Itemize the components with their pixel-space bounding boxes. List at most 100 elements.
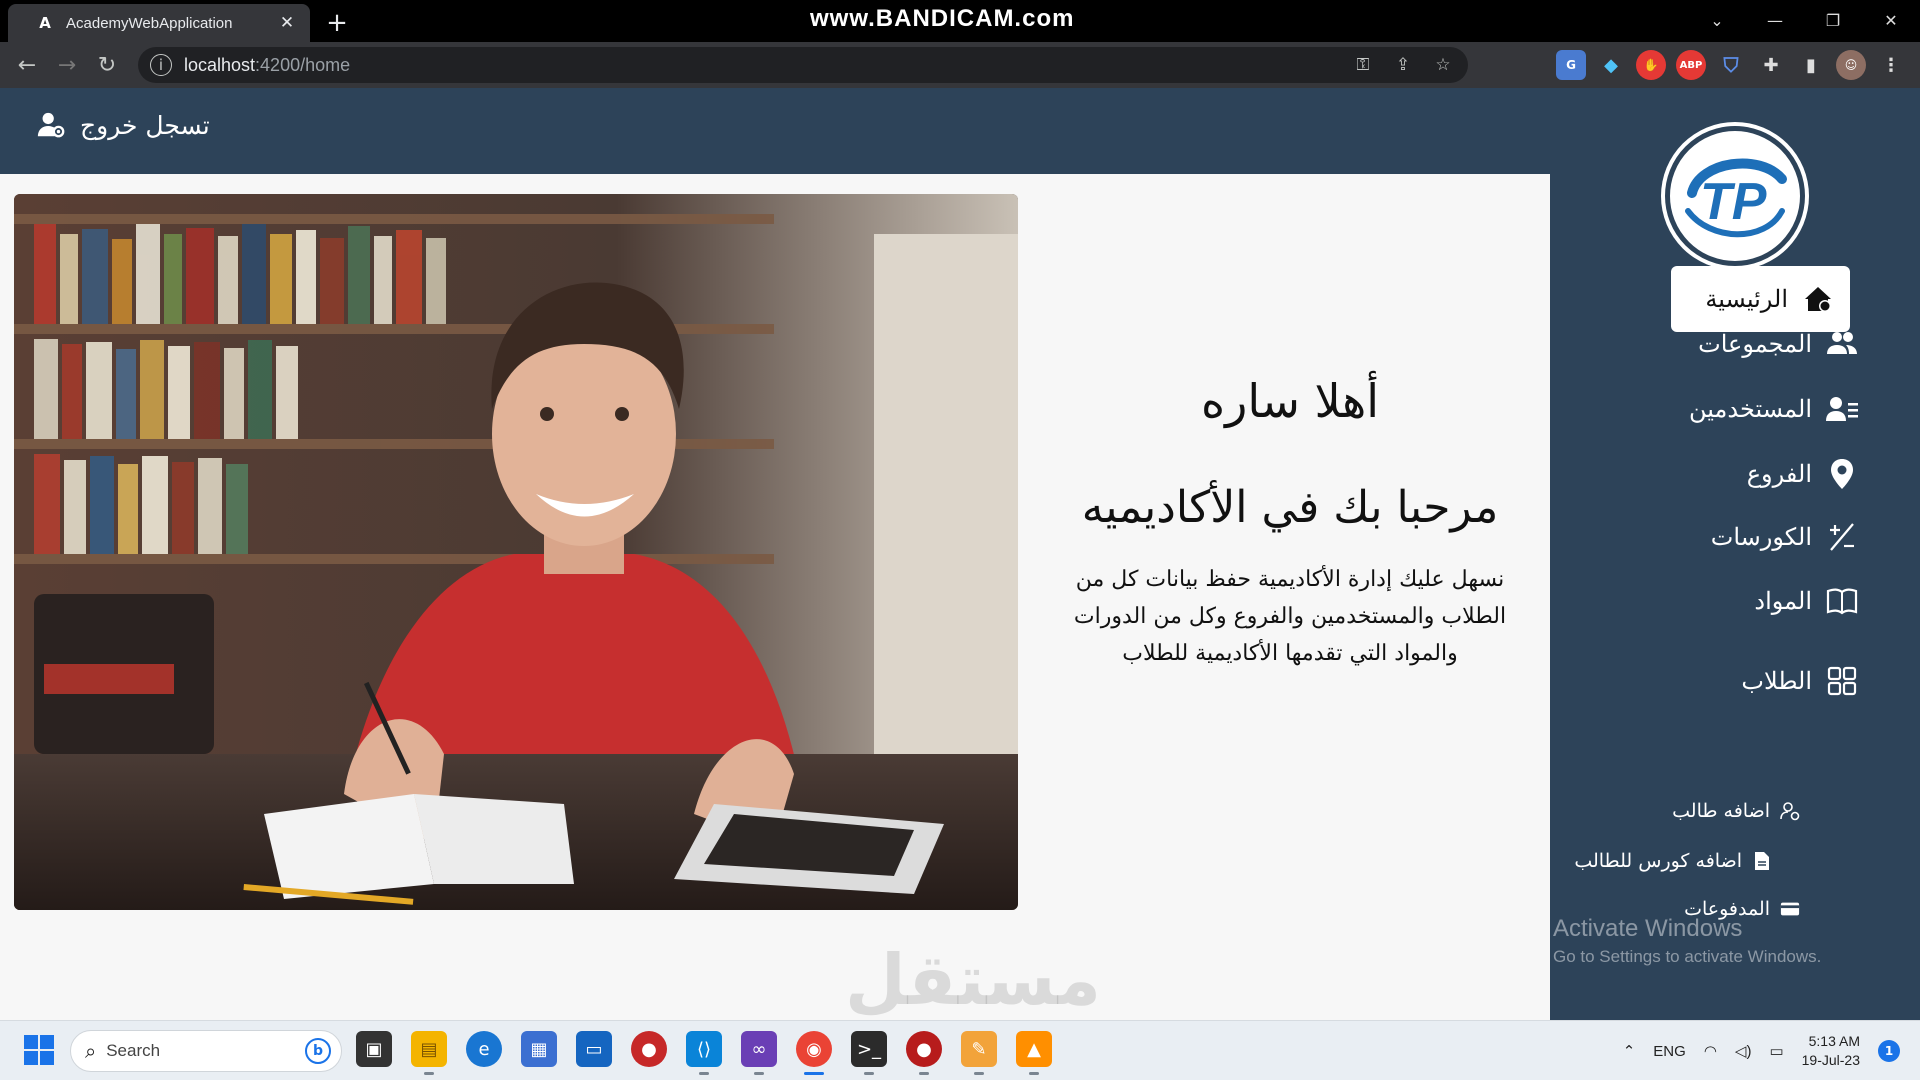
taskbar: ⌕ Search b ▣ ▤ e ▦ ▭ ● ⟨⟩ ∞ ◉ >_ ● ✎ ▲ ⌃…: [0, 1020, 1920, 1080]
menu-dots-icon[interactable]: ⋮: [1876, 50, 1906, 80]
profile-avatar[interactable]: ☺: [1836, 50, 1866, 80]
terminal-icon[interactable]: >_: [851, 1031, 887, 1075]
url-path: :4200/home: [255, 54, 351, 75]
book-icon: [1826, 585, 1858, 617]
language-indicator[interactable]: ENG: [1653, 1043, 1686, 1060]
minimize-button[interactable]: —: [1746, 0, 1804, 40]
search-icon: ⌕: [85, 1039, 97, 1063]
sidebar-item-subjects[interactable]: المواد: [1754, 585, 1858, 617]
sidebar-item-label: المستخدمين: [1689, 395, 1812, 423]
restore-button[interactable]: ❐: [1804, 0, 1862, 40]
welcome-description: نسهل عليك إدارة الأكاديمية حفظ بيانات كل…: [1073, 567, 1507, 666]
sidebar: TP الرئيسية المجموعات المستخدمين الفروع …: [1550, 88, 1920, 1020]
battery-icon[interactable]: ▭: [1769, 1042, 1783, 1060]
sidebar-item-branches[interactable]: الفروع: [1747, 458, 1858, 490]
taskbar-search-placeholder: Search: [106, 1041, 161, 1060]
svg-text:TP: TP: [1700, 173, 1767, 231]
share-icon[interactable]: ⇪: [1390, 52, 1416, 78]
remote-desktop-icon[interactable]: ▭: [576, 1031, 612, 1067]
sidebar-item-students[interactable]: الطلاب: [1741, 665, 1858, 697]
hero-student-image: [14, 194, 1018, 910]
edge-browser-icon[interactable]: e: [466, 1031, 502, 1067]
grid-icon: [1826, 665, 1858, 697]
submenu-item-add-course-to-student[interactable]: اضافه كورس للطالب: [1574, 850, 1772, 872]
activate-windows-notice: Activate Windows Go to Settings to activ…: [1553, 915, 1821, 967]
home-icon: [1802, 283, 1834, 315]
clock-date: 19-Jul-23: [1801, 1052, 1860, 1068]
url-host: localhost: [184, 54, 256, 75]
academy-logo[interactable]: TP: [1665, 126, 1805, 266]
sidebar-item-home[interactable]: الرئيسية: [1671, 266, 1850, 332]
sidebar-item-courses[interactable]: الكورسات: [1711, 521, 1858, 553]
system-tray: ⌃ ENG ◠ ◁) ▭ 5:13 AM 19-Jul-23 1: [1623, 1029, 1900, 1073]
notification-badge[interactable]: 1: [1878, 1040, 1900, 1062]
chrome-icon[interactable]: ◉: [796, 1031, 832, 1075]
user-list-icon: [1826, 393, 1858, 425]
forward-button[interactable]: →: [52, 50, 82, 80]
users-group-icon: [1826, 328, 1858, 360]
file-explorer-icon[interactable]: ▤: [411, 1031, 447, 1075]
sidebar-item-label: الطلاب: [1741, 667, 1812, 695]
translate-extension-icon[interactable]: G: [1556, 50, 1586, 80]
reload-button[interactable]: ↻: [92, 50, 122, 80]
user-add-icon: [1780, 801, 1800, 821]
hand-extension-icon[interactable]: ✋: [1636, 50, 1666, 80]
wifi-icon[interactable]: ◠: [1704, 1042, 1717, 1060]
close-window-button[interactable]: ✕: [1862, 0, 1920, 40]
user-gear-icon: [37, 112, 65, 138]
submenu-item-label: اضافه كورس للطالب: [1574, 850, 1742, 872]
browser-tab[interactable]: A AcademyWebApplication ✕: [8, 4, 310, 42]
bing-icon[interactable]: b: [305, 1038, 331, 1064]
paint-app-icon[interactable]: ✎: [961, 1031, 997, 1075]
gem-extension-icon[interactable]: ◆: [1596, 50, 1626, 80]
microsoft-store-icon[interactable]: ▦: [521, 1031, 557, 1067]
vlc-icon[interactable]: ▲: [1016, 1031, 1052, 1075]
key-icon[interactable]: ⚿: [1350, 52, 1376, 78]
extensions-bar: G ◆ ✋ ABP ⛉ ✚ ▮ ☺ ⋮: [1556, 50, 1906, 80]
side-panel-icon[interactable]: ▮: [1796, 50, 1826, 80]
welcome-title: مرحبا بك في الأكاديميه: [1081, 482, 1499, 533]
taskbar-search[interactable]: ⌕ Search b: [70, 1030, 342, 1072]
plus-minus-icon: [1826, 521, 1858, 553]
sidebar-item-label: المواد: [1754, 587, 1812, 615]
adblock-extension-icon[interactable]: ABP: [1676, 50, 1706, 80]
file-icon: [1752, 851, 1772, 871]
logout-label: تسجل خروج: [80, 110, 210, 140]
back-button[interactable]: ←: [12, 50, 42, 80]
address-bar[interactable]: i localhost:4200/home ⚿ ⇪ ☆: [138, 47, 1468, 83]
logo-mark-icon: TP: [1685, 158, 1787, 238]
shield-extension-icon[interactable]: ⛉: [1716, 50, 1746, 80]
tab-close-icon[interactable]: ✕: [276, 13, 298, 33]
main-content: أهلا ساره مرحبا بك في الأكاديميه نسهل عل…: [0, 174, 1550, 1020]
tab-favicon-icon: A: [39, 14, 51, 32]
sidebar-item-users[interactable]: المستخدمين: [1689, 393, 1858, 425]
sidebar-item-label: الفروع: [1746, 460, 1812, 488]
sidebar-item-label: الرئيسية: [1705, 285, 1788, 313]
tab-search-icon[interactable]: ⌄: [1688, 0, 1746, 40]
app-header: تسجل خروج: [0, 88, 1550, 174]
task-view-icon[interactable]: ▣: [356, 1031, 392, 1067]
clock[interactable]: 5:13 AM 19-Jul-23: [1802, 1032, 1860, 1070]
submenu-item-add-student[interactable]: اضافه طالب: [1672, 800, 1800, 822]
red-app-icon[interactable]: ●: [631, 1031, 667, 1067]
puzzle-extensions-icon[interactable]: ✚: [1756, 50, 1786, 80]
site-watermark-text: مستقل: [845, 939, 1102, 1021]
tray-overflow-icon[interactable]: ⌃: [1623, 1042, 1636, 1060]
vscode-icon[interactable]: ⟨⟩: [686, 1031, 722, 1075]
recording-watermark: www.BANDICAM.com: [810, 5, 1075, 32]
start-button[interactable]: [24, 1035, 54, 1065]
activate-windows-subtitle: Go to Settings to activate Windows.: [1553, 947, 1822, 966]
volume-icon[interactable]: ◁): [1735, 1042, 1752, 1060]
tab-title: AcademyWebApplication: [66, 14, 233, 32]
new-tab-button[interactable]: +: [320, 6, 354, 40]
activate-windows-title: Activate Windows: [1553, 915, 1743, 942]
taskbar-apps: ▣ ▤ e ▦ ▭ ● ⟨⟩ ∞ ◉ >_ ● ✎ ▲: [356, 1031, 1052, 1075]
visual-studio-icon[interactable]: ∞: [741, 1031, 777, 1075]
bandicam-icon[interactable]: ●: [906, 1031, 942, 1075]
sidebar-item-groups[interactable]: المجموعات: [1698, 328, 1858, 360]
logout-button[interactable]: تسجل خروج: [36, 110, 210, 140]
clock-time: 5:13 AM: [1808, 1033, 1860, 1049]
bookmark-star-icon[interactable]: ☆: [1430, 52, 1456, 78]
browser-titlebar: A AcademyWebApplication ✕ + www.BANDICAM…: [0, 0, 1920, 42]
site-info-icon[interactable]: i: [150, 54, 172, 76]
